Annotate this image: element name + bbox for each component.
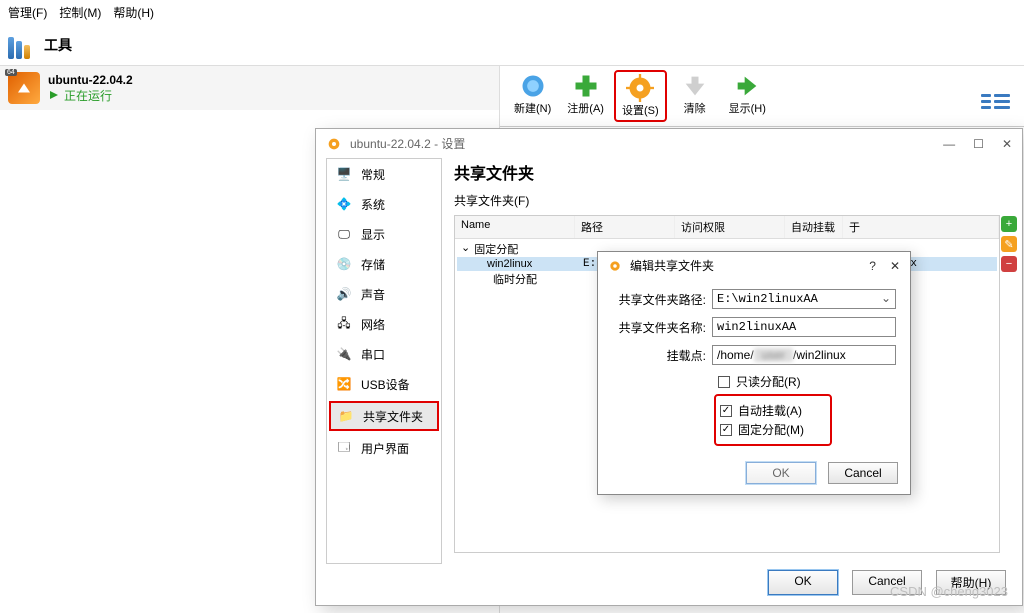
cat-serial[interactable]: 🔌串口 (327, 339, 441, 369)
col-name[interactable]: Name (455, 216, 575, 238)
close-icon[interactable]: ✕ (890, 259, 900, 273)
ui-icon: 🗔 (335, 439, 353, 457)
col-auto[interactable]: 自动挂载 (785, 216, 843, 238)
settings-dialog-title: ubuntu-22.04.2 - 设置 (350, 135, 465, 152)
shared-folders-label: 共享文件夹(F) (454, 192, 1000, 209)
arrow-right-icon (733, 72, 761, 100)
mount-field[interactable]: /home/user/win2linux (712, 345, 896, 365)
content-title: 共享文件夹 (454, 160, 1000, 184)
cat-general[interactable]: 🖥️常规 (327, 159, 441, 189)
col-access[interactable]: 访问权限 (675, 216, 785, 238)
clear-button[interactable]: 清除 (671, 70, 719, 122)
gear-icon (608, 259, 622, 273)
cat-audio[interactable]: 🔊声音 (327, 279, 441, 309)
watermark: CSDN @cheng3023 (890, 584, 1008, 599)
new-button[interactable]: 新建(N) (508, 70, 557, 122)
vm-status: 正在运行 (48, 87, 133, 104)
menu-manage[interactable]: 管理(F) (8, 4, 47, 21)
redacted-text: user (754, 348, 793, 362)
menu-control[interactable]: 控制(M) (59, 4, 101, 21)
edit-shared-folder-dialog: 编辑共享文件夹 ? ✕ 共享文件夹路径: E:\win2linuxAA 共享文件… (597, 251, 911, 495)
disk-icon: 💿 (335, 255, 353, 273)
add-folder-button[interactable]: + (1001, 216, 1017, 232)
col-at[interactable]: 于 (843, 216, 999, 238)
edit-folder-button[interactable]: ✎ (1001, 236, 1017, 252)
minimize-icon[interactable]: — (943, 137, 955, 151)
close-icon[interactable]: ✕ (1002, 137, 1012, 151)
star-icon (519, 72, 547, 100)
ok-button[interactable]: OK (768, 570, 838, 595)
cat-usb[interactable]: 🔀USB设备 (327, 369, 441, 399)
toolbar: 新建(N) 注册(A) 设置(S) 清除 显示(H) (500, 66, 1024, 127)
settings-button[interactable]: 设置(S) (614, 70, 667, 122)
vm-name: ubuntu-22.04.2 (48, 73, 133, 87)
gear-icon (626, 74, 654, 102)
maximize-icon[interactable]: ☐ (973, 137, 984, 151)
group-view-icon[interactable] (981, 94, 1010, 109)
show-button[interactable]: 显示(H) (723, 70, 772, 122)
tools-header: 工具 (0, 25, 1024, 66)
usb-icon: 🔀 (335, 375, 353, 393)
tools-icon (8, 31, 36, 59)
folder-icon: 📁 (337, 407, 355, 425)
path-combo[interactable]: E:\win2linuxAA (712, 289, 896, 309)
arrow-down-icon (681, 72, 709, 100)
readonly-checkbox[interactable]: 只读分配(R) (718, 373, 896, 390)
speaker-icon: 🔊 (335, 285, 353, 303)
col-path[interactable]: 路径 (575, 216, 675, 238)
mount-label: 挂载点: (612, 347, 712, 364)
menubar: 管理(F) 控制(M) 帮助(H) (0, 0, 1024, 25)
cat-display[interactable]: 🖵显示 (327, 219, 441, 249)
monitor-icon: 🖥️ (335, 165, 353, 183)
network-icon: 🖧 (335, 315, 353, 333)
serial-icon: 🔌 (335, 345, 353, 363)
edit-dialog-title: 编辑共享文件夹 (630, 257, 714, 274)
tools-label: 工具 (44, 35, 72, 55)
display-icon: 🖵 (335, 225, 353, 243)
gear-icon (326, 136, 342, 152)
menu-help[interactable]: 帮助(H) (113, 4, 154, 21)
cat-storage[interactable]: 💿存储 (327, 249, 441, 279)
plus-icon (572, 72, 600, 100)
remove-folder-button[interactable]: − (1001, 256, 1017, 272)
chip-icon: 💠 (335, 195, 353, 213)
fixed-checkbox[interactable]: 固定分配(M) (720, 421, 826, 438)
ok-button[interactable]: OK (746, 462, 816, 484)
cat-shared-folders[interactable]: 📁共享文件夹 (329, 401, 439, 431)
path-label: 共享文件夹路径: (612, 291, 712, 308)
automount-checkbox[interactable]: 自动挂载(A) (720, 402, 826, 419)
highlighted-options: 自动挂载(A) 固定分配(M) (714, 394, 832, 446)
name-label: 共享文件夹名称: (612, 319, 712, 336)
cat-ui[interactable]: 🗔用户界面 (327, 433, 441, 463)
cat-system[interactable]: 💠系统 (327, 189, 441, 219)
name-field[interactable] (712, 317, 896, 337)
help-icon[interactable]: ? (869, 259, 876, 273)
settings-category-list: 🖥️常规 💠系统 🖵显示 💿存储 🔊声音 🖧网络 🔌串口 🔀USB设备 📁共享文… (326, 158, 442, 564)
vm-os-icon (8, 72, 40, 104)
register-button[interactable]: 注册(A) (561, 70, 610, 122)
vm-item[interactable]: ubuntu-22.04.2 正在运行 (0, 66, 499, 110)
cat-network[interactable]: 🖧网络 (327, 309, 441, 339)
cancel-button[interactable]: Cancel (828, 462, 898, 484)
